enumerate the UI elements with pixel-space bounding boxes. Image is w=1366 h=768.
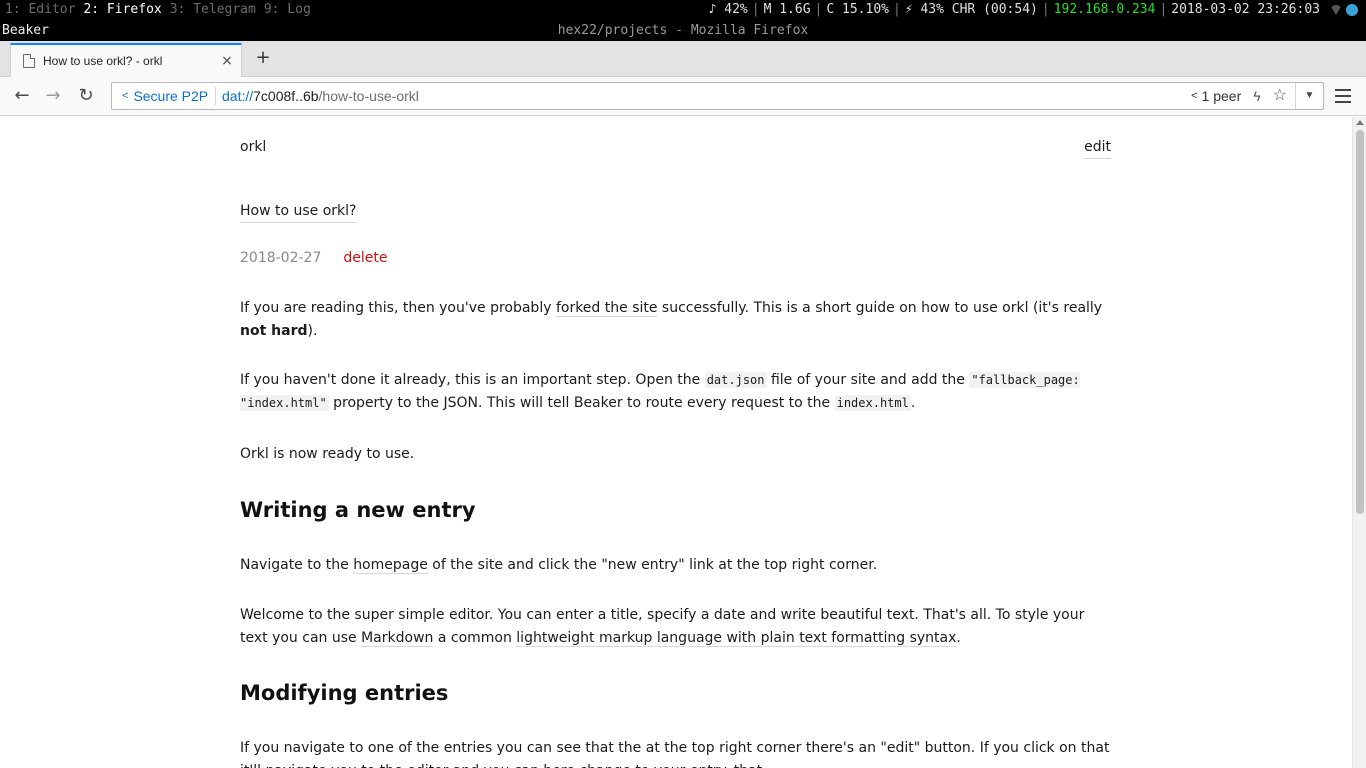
url-host: 7c008f..6b bbox=[253, 88, 319, 104]
system-tray bbox=[1330, 4, 1358, 16]
url-scheme: dat:// bbox=[222, 88, 254, 104]
reload-button[interactable]: ↻ bbox=[74, 85, 98, 107]
window-title: hex22/projects - Mozilla Firefox bbox=[557, 23, 809, 38]
new-tab-button[interactable]: + bbox=[252, 47, 274, 69]
paragraph-intro: If you are reading this, then you've pro… bbox=[240, 297, 1111, 342]
paragraph-ready: Orkl is now ready to use. bbox=[240, 446, 415, 462]
url-dropdown-button[interactable]: ▼ bbox=[1295, 83, 1323, 109]
page-header: orkl edit bbox=[240, 139, 1111, 161]
delete-link[interactable]: delete bbox=[343, 250, 387, 266]
markup-language-link[interactable]: lightweight markup language with plain t… bbox=[516, 629, 957, 647]
paragraph-text: of the site and click the "new entry" li… bbox=[427, 557, 878, 573]
datetime-status: 2018-03-02 23:26:03 bbox=[1171, 2, 1320, 17]
url-divider bbox=[215, 87, 216, 105]
post-meta: 2018-02-27 delete bbox=[240, 250, 387, 266]
paragraph-text: property to the JSON. This will tell Bea… bbox=[328, 394, 835, 411]
close-tab-icon[interactable]: × bbox=[217, 53, 237, 69]
homepage-link[interactable]: homepage bbox=[353, 557, 428, 574]
heading-writing-entry: Writing a new entry bbox=[240, 498, 476, 522]
menu-hamburger-icon[interactable] bbox=[1335, 89, 1351, 103]
site-identity[interactable]: < Secure P2P bbox=[122, 83, 208, 109]
volume-status: ♪ 42% bbox=[708, 2, 748, 17]
page-viewport: orkl edit How to use orkl? 2018-02-27 del… bbox=[0, 117, 1352, 768]
post-date: 2018-02-27 bbox=[240, 250, 322, 266]
url-path: /how-to-use-orkl bbox=[318, 88, 419, 104]
identity-label: Secure P2P bbox=[133, 88, 209, 104]
url-bar[interactable]: < Secure P2P dat://7c008f..6b/how-to-use… bbox=[111, 82, 1324, 110]
heading-modifying-entries: Modifying entries bbox=[240, 681, 449, 705]
tab-label: How to use orkl? - orkl bbox=[43, 54, 163, 68]
post-title[interactable]: How to use orkl? bbox=[240, 203, 357, 223]
scroll-up-arrow-icon[interactable] bbox=[1356, 120, 1364, 125]
edit-link[interactable]: edit bbox=[1084, 139, 1111, 159]
paragraph-editor: Welcome to the super simple editor. You … bbox=[240, 604, 1111, 649]
paragraph-navigate: Navigate to the homepage of the site and… bbox=[240, 554, 1111, 577]
scrollbar-thumb[interactable] bbox=[1356, 130, 1364, 514]
paragraph-text: file of your site and add the bbox=[766, 372, 970, 388]
wifi-icon[interactable] bbox=[1330, 5, 1342, 15]
workspace-firefox[interactable]: 2: Firefox bbox=[83, 2, 161, 17]
tab-strip: How to use orkl? - orkl × + bbox=[0, 41, 1366, 77]
navigation-toolbar: ← → ↻ < Secure P2P dat://7c008f..6b/how-… bbox=[0, 77, 1366, 116]
page-scrollbar[interactable] bbox=[1352, 117, 1366, 768]
paragraph-text: ). bbox=[307, 322, 318, 339]
window-titlebar: Beaker hex22/projects - Mozilla Firefox bbox=[0, 20, 1366, 41]
bookmark-star-icon[interactable]: ☆ bbox=[1273, 83, 1287, 109]
markdown-link[interactable]: Markdown bbox=[361, 629, 434, 647]
forward-button[interactable]: → bbox=[41, 85, 65, 107]
tab-how-to-use-orkl[interactable]: How to use orkl? - orkl × bbox=[10, 43, 242, 77]
code-dat-json: dat.json bbox=[704, 372, 767, 388]
paragraph-text: . bbox=[910, 394, 916, 411]
back-button[interactable]: ← bbox=[10, 85, 34, 107]
bolt-icon[interactable]: ϟ bbox=[1253, 83, 1260, 109]
share-icon: < bbox=[1191, 90, 1198, 102]
code-index-html: index.html bbox=[834, 394, 911, 411]
url-text[interactable]: dat://7c008f..6b/how-to-use-orkl bbox=[222, 83, 419, 109]
paragraph-text: If you are reading this, then you've pro… bbox=[240, 300, 556, 316]
paragraph-text: . bbox=[956, 629, 961, 646]
battery-status: ⚡ 43% CHR (00:54) bbox=[904, 2, 1038, 17]
paragraph-text: If you haven't done it already, this is … bbox=[240, 372, 705, 388]
status-bar: 1: Editor 2: Firefox 3: Telegram 9: Log ♪ 4… bbox=[0, 0, 1366, 20]
paragraph-text: Navigate to the bbox=[240, 557, 354, 573]
paragraph-modifying: If you navigate to one of the entries yo… bbox=[240, 740, 1110, 768]
workspace-editor[interactable]: 1: Editor bbox=[5, 2, 75, 17]
url-bar-actions: < 1 peer ϟ ☆ ▼ bbox=[1191, 83, 1323, 109]
site-name-link[interactable]: orkl bbox=[240, 139, 266, 155]
cpu-status: C 15.10% bbox=[826, 2, 889, 17]
ip-status: 192.168.0.234 bbox=[1053, 2, 1156, 17]
p2p-share-icon: < bbox=[122, 90, 129, 102]
paragraph-text: successfully. This is a short guide on h… bbox=[657, 300, 1103, 316]
forked-site-link[interactable]: forked the site bbox=[555, 300, 658, 317]
status-blocks: ♪ 42% | M 1.6G | C 15.10% | ⚡ 43% CHR (00:5… bbox=[705, 0, 1358, 20]
peers-indicator[interactable]: < 1 peer bbox=[1191, 83, 1241, 109]
paragraph-setup: If you haven't done it already, this is … bbox=[240, 369, 1111, 414]
workspace-log[interactable]: 9: Log bbox=[264, 2, 311, 17]
telegram-icon[interactable] bbox=[1346, 4, 1358, 16]
memory-status: M 1.6G bbox=[763, 2, 811, 17]
paragraph-text: a common bbox=[433, 629, 517, 646]
page-icon bbox=[23, 54, 35, 68]
bold-text: not hard bbox=[240, 322, 308, 339]
workspace-telegram[interactable]: 3: Telegram bbox=[170, 2, 256, 17]
workspace-list: 1: Editor 2: Firefox 3: Telegram 9: Log bbox=[5, 0, 319, 20]
peers-label: 1 peer bbox=[1201, 88, 1242, 104]
